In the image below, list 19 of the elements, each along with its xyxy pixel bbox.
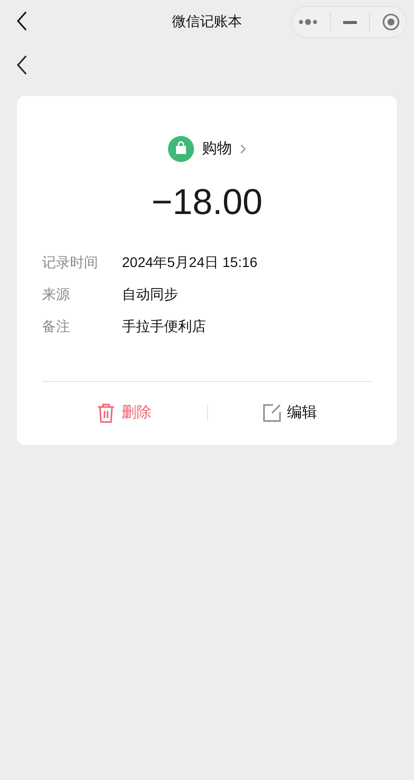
trash-icon bbox=[97, 403, 116, 424]
capsule-menu[interactable] bbox=[291, 6, 407, 38]
detail-label: 来源 bbox=[42, 285, 71, 304]
minimize-icon[interactable] bbox=[343, 20, 357, 24]
detail-value: 自动同步 bbox=[122, 285, 178, 304]
detail-label: 备注 bbox=[42, 317, 71, 336]
detail-value: 2024年5月24日 15:16 bbox=[122, 253, 258, 272]
detail-label: 记录时间 bbox=[42, 253, 99, 272]
back-icon[interactable] bbox=[16, 55, 28, 75]
chevron-right-icon bbox=[240, 144, 246, 154]
close-icon[interactable] bbox=[382, 13, 400, 31]
window-title: 微信记账本 bbox=[172, 12, 242, 30]
amount: −18.00 bbox=[150, 180, 264, 224]
edit-icon bbox=[262, 404, 281, 422]
detail-value: 手拉手便利店 bbox=[122, 317, 206, 336]
more-icon[interactable] bbox=[298, 19, 318, 25]
edit-button[interactable]: 编辑 bbox=[262, 402, 317, 424]
category-link[interactable]: 购物 bbox=[42, 136, 372, 162]
back-icon[interactable] bbox=[16, 11, 28, 31]
